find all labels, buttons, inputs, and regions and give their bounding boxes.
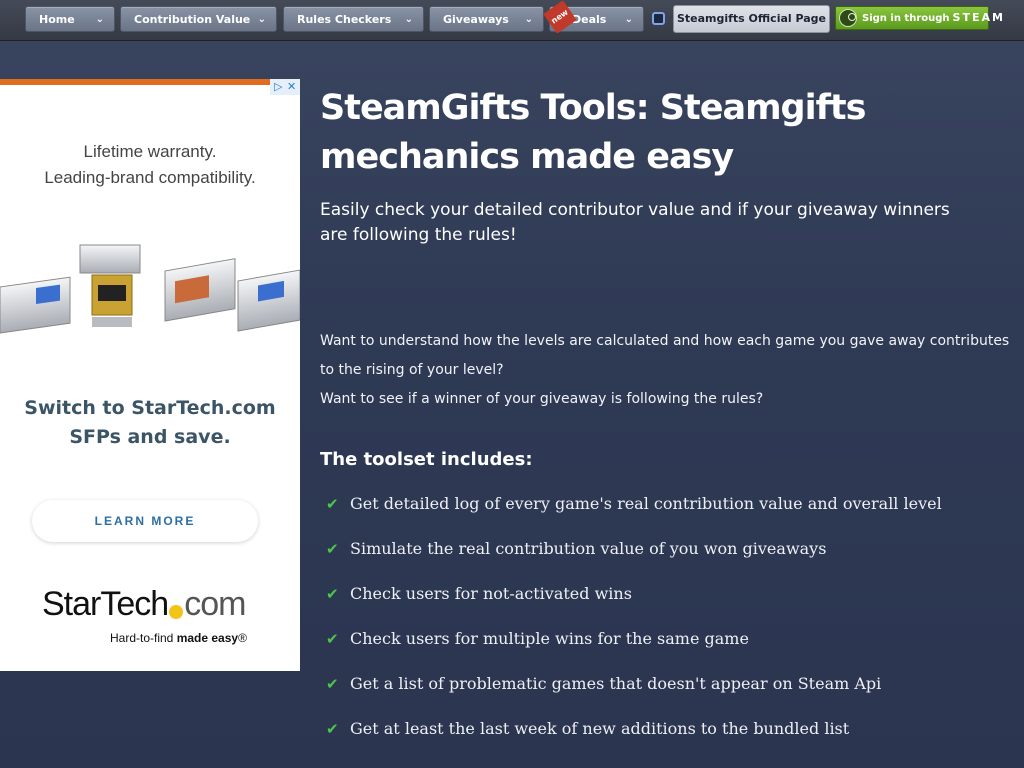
features-list: ✔ Get detailed log of every game's real c… [320,490,942,760]
ad-tagline: Lifetime warranty. Leading-brand compati… [44,142,256,187]
ad-slogan: Hard-to-find made easy® [110,631,247,645]
list-item: ✔ Check users for not-activated wins [320,580,942,625]
steam-signin-text: Sign in through STEAM [862,11,1005,24]
chevron-down-icon: ⌄ [95,14,104,25]
advertisement-banner[interactable]: ▷ ✕ Lifetime warranty. Leading-brand com… [0,79,300,671]
ad-accent-bar [0,79,270,85]
nav-rules-checkers-button[interactable]: Rules Checkers ⌄ [283,6,424,32]
theme-toggle-checkbox[interactable] [652,12,665,25]
checkmark-icon: ✔ [326,720,339,738]
ad-info-icon[interactable]: ▷ [274,79,282,95]
checkmark-icon: ✔ [326,675,339,693]
checkmark-icon: ✔ [326,495,339,513]
checkmark-icon: ✔ [326,585,339,603]
nav-contribution-label: Contribution Value [134,13,251,26]
steam-signin-button[interactable]: Sign in through STEAM [835,6,1003,30]
intro-line-2: Want to see if a winner of your giveaway… [320,391,764,407]
chevron-down-icon: ⌄ [624,14,633,25]
ad-headline: Switch to StarTech.com SFPs and save. [24,397,276,448]
chevron-down-icon: ⌄ [524,14,533,25]
ad-choices[interactable]: ▷ ✕ [270,79,300,95]
sfp-modules-image [0,244,300,334]
nav-home-button[interactable]: Home ⌄ [25,6,115,32]
nav-deals-button[interactable]: new Deals ⌄ [543,0,644,34]
list-item: ✔ Check users for multiple wins for the s… [320,625,942,670]
intro-paragraph: Want to understand how the levels are ca… [320,327,1010,414]
top-nav-bar: Home ⌄ Contribution Value ⌄ Rules Checke… [0,0,1024,41]
new-badge: new [543,0,577,34]
list-item: ✔ Get at least the last week of new addit… [320,715,942,760]
checkmark-icon: ✔ [326,540,339,558]
nav-contribution-value-button[interactable]: Contribution Value ⌄ [120,6,277,32]
list-item: ✔ Get detailed log of every game's real c… [320,490,942,535]
chevron-down-icon: ⌄ [404,14,413,25]
learn-more-button[interactable]: LEARN MORE [32,500,258,542]
checkmark-icon: ✔ [326,630,339,648]
chevron-down-icon: ⌄ [257,14,266,25]
nav-giveaways-button[interactable]: Giveaways ⌄ [429,6,544,32]
toolset-heading: The toolset includes: [320,449,533,470]
page-subtitle: Easily check your detailed contributor v… [320,200,950,245]
nav-rules-label: Rules Checkers [297,13,392,26]
ad-close-icon[interactable]: ✕ [287,79,296,95]
startech-logo: StarTech com [42,585,246,623]
steamgifts-official-page-button[interactable]: Steamgifts Official Page [673,5,830,33]
steam-logo-icon [839,9,857,27]
nav-deals-label: Deals [572,13,607,26]
nav-home-label: Home [39,13,75,26]
intro-line-1: Want to understand how the levels are ca… [320,333,1010,378]
nav-giveaways-label: Giveaways [443,13,509,26]
list-item: ✔ Get a list of problematic games that do… [320,670,942,715]
list-item: ✔ Simulate the real contribution value of… [320,535,942,580]
page-title: SteamGifts Tools: Steamgifts mechanics m… [320,88,866,177]
